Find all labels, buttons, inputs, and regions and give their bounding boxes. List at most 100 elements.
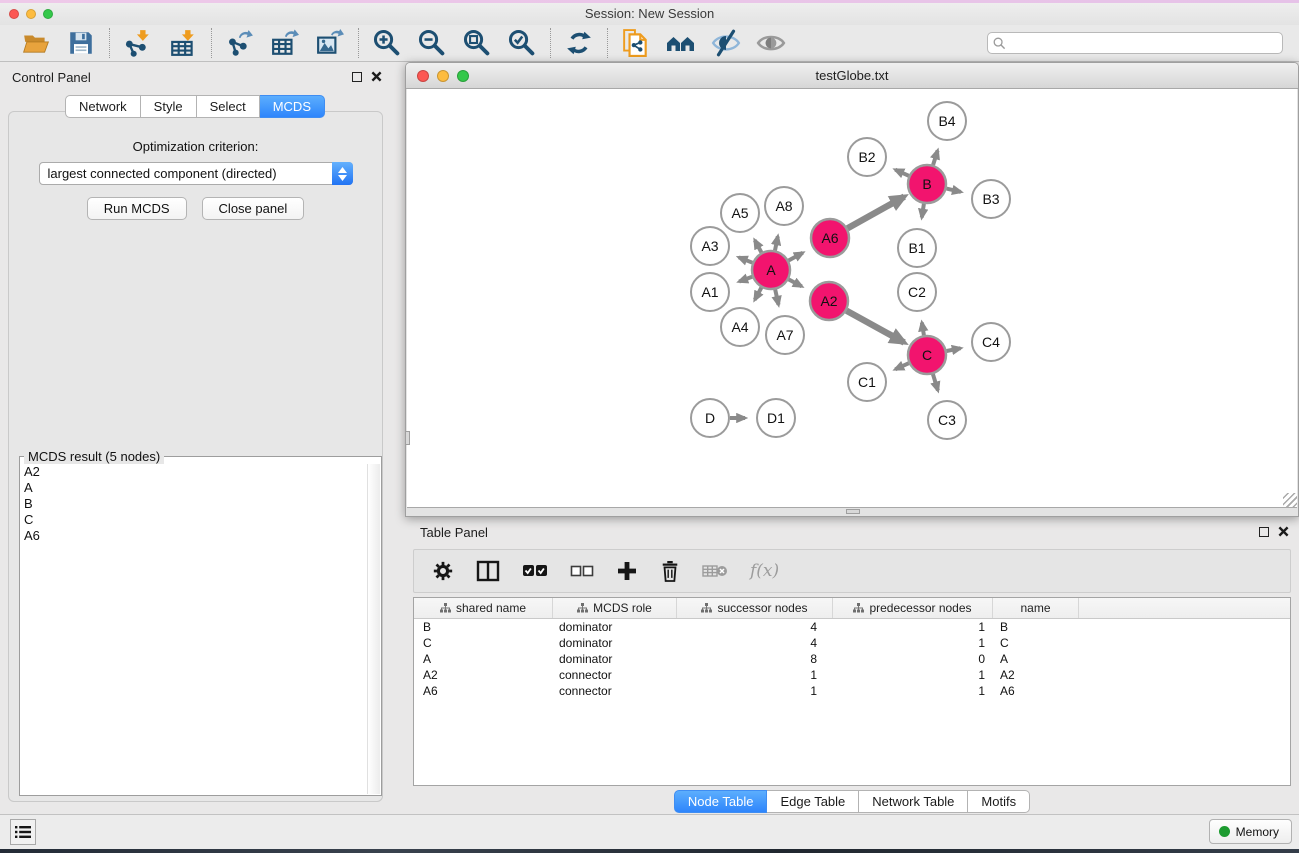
close-panel-icon[interactable]: [371, 71, 382, 82]
settings-gear-icon[interactable]: [432, 560, 454, 582]
graph-node-A6[interactable]: A6: [811, 219, 849, 257]
table-cell[interactable]: 1: [677, 684, 833, 698]
network-canvas[interactable]: B4B2BB3A5A8A6A3B1AA1C2A2A4A7C4CC1C3DD1: [407, 89, 1297, 508]
tab-edge-table[interactable]: Edge Table: [767, 790, 859, 813]
table-row[interactable]: A6connector11A6: [414, 683, 1290, 699]
float-panel-icon[interactable]: [352, 72, 362, 82]
zoom-window-button[interactable]: [43, 9, 53, 19]
tab-select[interactable]: Select: [197, 95, 260, 118]
graph-node-B1[interactable]: B1: [898, 229, 936, 267]
zoom-fit-icon[interactable]: [462, 28, 492, 58]
first-neighbors-icon[interactable]: [666, 28, 696, 58]
table-cell[interactable]: A: [414, 652, 553, 666]
mcds-result-list[interactable]: A2ABCA6: [21, 464, 366, 794]
table-cell[interactable]: A6: [993, 684, 1079, 698]
graph-edge-A-A5[interactable]: [755, 240, 762, 252]
graph-edge-A-A3[interactable]: [739, 257, 753, 262]
graph-node-D1[interactable]: D1: [757, 399, 795, 437]
column-view-icon[interactable]: [476, 560, 500, 582]
export-network-icon[interactable]: [225, 28, 255, 58]
table-cell[interactable]: 4: [677, 636, 833, 650]
mcds-result-item[interactable]: A2: [21, 464, 366, 480]
graph-edge-A-A6[interactable]: [789, 253, 803, 261]
graph-edge-C-C3[interactable]: [933, 374, 938, 390]
table-cell[interactable]: 4: [677, 620, 833, 634]
graph-node-A[interactable]: A: [752, 251, 790, 289]
graph-edge-A2-C[interactable]: [847, 311, 905, 343]
zoom-in-icon[interactable]: [372, 28, 402, 58]
graph-edge-A6-B[interactable]: [848, 197, 905, 229]
graph-edge-A-A1[interactable]: [739, 277, 752, 282]
add-column-icon[interactable]: [616, 560, 638, 582]
mcds-list-scrollbar[interactable]: [367, 464, 380, 794]
table-cell[interactable]: C: [414, 636, 553, 650]
zoom-selected-icon[interactable]: [507, 28, 537, 58]
deselect-all-checks-icon[interactable]: [570, 562, 594, 580]
table-row[interactable]: Cdominator41C: [414, 635, 1290, 651]
graph-edge-B-B4[interactable]: [933, 151, 938, 165]
delete-column-icon[interactable]: [660, 560, 680, 582]
table-cell[interactable]: B: [993, 620, 1079, 634]
graph-node-D[interactable]: D: [691, 399, 729, 437]
export-table-icon[interactable]: [270, 28, 300, 58]
graph-node-B2[interactable]: B2: [848, 138, 886, 176]
table-cell[interactable]: 1: [833, 684, 993, 698]
table-cell[interactable]: 1: [677, 668, 833, 682]
optimization-criterion-select[interactable]: largest connected component (directed): [39, 162, 353, 185]
select-all-checks-icon[interactable]: [522, 562, 548, 580]
table-cell[interactable]: 8: [677, 652, 833, 666]
graph-node-A8[interactable]: A8: [765, 187, 803, 225]
column-header-predecessor-nodes[interactable]: predecessor nodes: [833, 598, 993, 618]
graph-edge-A-A7[interactable]: [775, 290, 778, 305]
table-cell[interactable]: 0: [833, 652, 993, 666]
graph-node-A5[interactable]: A5: [721, 194, 759, 232]
table-cell[interactable]: dominator: [553, 652, 677, 666]
tab-style[interactable]: Style: [141, 95, 197, 118]
table-row[interactable]: A2connector11A2: [414, 667, 1290, 683]
graph-edge-C-C1[interactable]: [895, 363, 909, 369]
graph-edge-C-C2[interactable]: [922, 323, 924, 336]
window-left-gripper[interactable]: [405, 431, 410, 445]
table-cell[interactable]: connector: [553, 684, 677, 698]
table-row[interactable]: Bdominator41B: [414, 619, 1290, 635]
refresh-icon[interactable]: [564, 28, 594, 58]
run-mcds-button[interactable]: Run MCDS: [87, 197, 187, 220]
graph-node-A2[interactable]: A2: [810, 282, 848, 320]
graph-node-C4[interactable]: C4: [972, 323, 1010, 361]
network-graph[interactable]: B4B2BB3A5A8A6A3B1AA1C2A2A4A7C4CC1C3DD1: [407, 89, 1298, 507]
save-session-icon[interactable]: [66, 28, 96, 58]
network-zoom-button[interactable]: [457, 70, 469, 82]
float-table-panel-icon[interactable]: [1259, 527, 1269, 537]
tab-motifs[interactable]: Motifs: [968, 790, 1030, 813]
graph-node-B3[interactable]: B3: [972, 180, 1010, 218]
graph-node-A4[interactable]: A4: [721, 308, 759, 346]
table-cell[interactable]: A2: [993, 668, 1079, 682]
table-cell[interactable]: 1: [833, 668, 993, 682]
table-cell[interactable]: dominator: [553, 620, 677, 634]
network-minimize-button[interactable]: [437, 70, 449, 82]
mcds-result-item[interactable]: C: [21, 512, 366, 528]
table-cell[interactable]: C: [993, 636, 1079, 650]
table-cell[interactable]: A: [993, 652, 1079, 666]
graph-edge-C-C4[interactable]: [947, 348, 961, 351]
network-close-button[interactable]: [417, 70, 429, 82]
column-header-shared-name[interactable]: shared name: [414, 598, 553, 618]
table-cell[interactable]: 1: [833, 620, 993, 634]
table-cell[interactable]: 1: [833, 636, 993, 650]
graph-node-A1[interactable]: A1: [691, 273, 729, 311]
tab-node-table[interactable]: Node Table: [674, 790, 768, 813]
export-image-icon[interactable]: [315, 28, 345, 58]
table-row[interactable]: Adominator80A: [414, 651, 1290, 667]
search-field[interactable]: [987, 32, 1283, 54]
graph-edge-A-A4[interactable]: [755, 288, 762, 300]
search-input[interactable]: [1010, 35, 1277, 51]
graph-node-B4[interactable]: B4: [928, 102, 966, 140]
import-network-icon[interactable]: [123, 28, 153, 58]
task-history-button[interactable]: [10, 819, 36, 845]
graph-edge-A-A8[interactable]: [775, 236, 778, 250]
column-header-mcds-role[interactable]: MCDS role: [553, 598, 677, 618]
minimize-window-button[interactable]: [26, 9, 36, 19]
column-header-successor-nodes[interactable]: successor nodes: [677, 598, 833, 618]
mcds-result-item[interactable]: B: [21, 496, 366, 512]
memory-button[interactable]: Memory: [1209, 819, 1292, 844]
